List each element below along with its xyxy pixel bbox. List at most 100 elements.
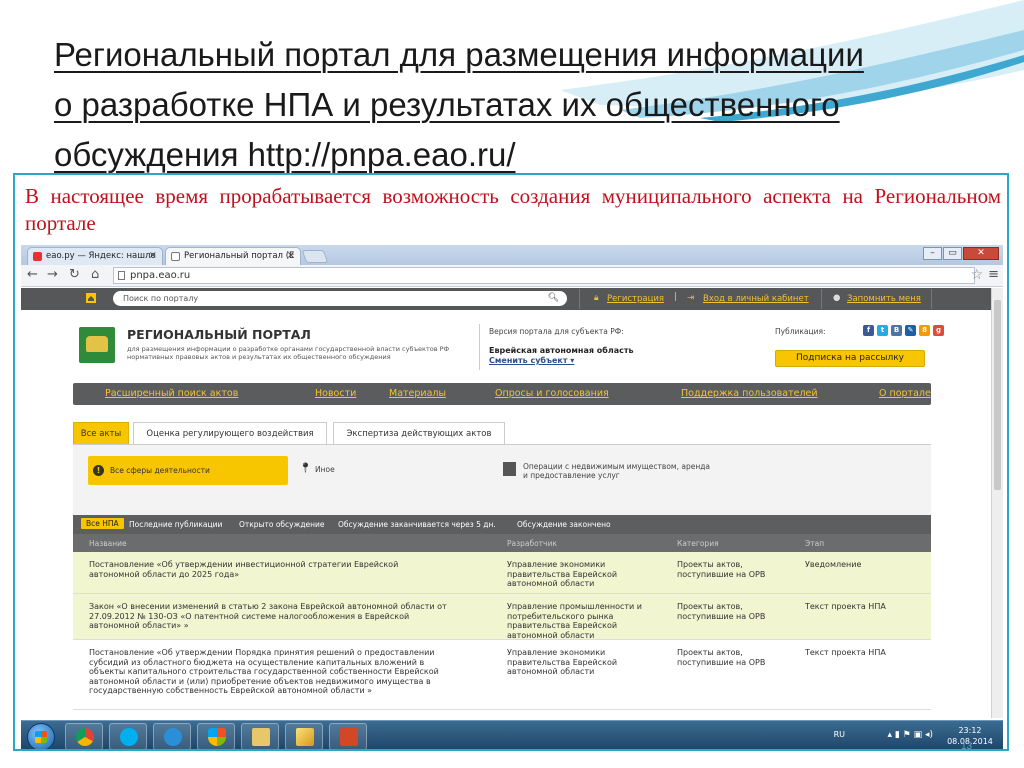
realty-sphere-option[interactable]: Операции с недвижимым имуществом, аренда… [503,462,713,480]
url-input[interactable]: pnpa.eao.ru [113,267,975,284]
minimize-button[interactable]: – [923,247,942,260]
row-name: Закон «О внесении изменений в статью 2 з… [89,602,447,630]
livejournal-icon[interactable]: ✎ [905,325,916,336]
column-name: Название [89,539,127,548]
maximize-button[interactable]: ▭ [943,247,962,260]
browser-tab-portal[interactable]: Региональный портал (Е × [165,247,301,265]
nav-support[interactable]: Поддержка пользователей [681,388,818,399]
remember-icon: ● [833,293,841,303]
separator: | [674,292,677,302]
tray-icons[interactable]: ▴ ▮ ⚑ ▣ ◂) [887,730,933,740]
new-tab-button[interactable] [301,250,329,263]
row-name: Постановление «Об утверждении инвестицио… [89,560,399,579]
nav-advanced-search[interactable]: Расширенный поиск актов [105,388,238,399]
taskbar-skype[interactable] [109,723,147,749]
subscribe-button[interactable]: Подписка на рассылку [775,350,925,367]
title-line-3: обсуждения http://pnpa.eao.ru/ [54,136,516,173]
web-page: Поиск по порталу 🔍︎ 🔒︎ Регистрация | ⇥ В… [21,288,991,718]
search-icon[interactable]: 🔍︎ [548,291,559,306]
forward-icon[interactable]: → [47,267,58,282]
publication-label: Публикация: [775,327,826,336]
register-link[interactable]: Регистрация [607,294,664,304]
row-stage: Текст проекта НПА [805,602,886,611]
change-subject-link[interactable]: Сменить субъект ▾ [489,356,574,365]
row-stage: Уведомление [805,560,862,569]
close-icon[interactable]: × [287,248,295,264]
url-text: pnpa.eao.ru [130,270,191,281]
document-icon [171,252,180,261]
slide-title: Региональный портал для размещения инфор… [54,30,954,180]
nav-news[interactable]: Новости [315,388,356,399]
back-icon[interactable]: ← [27,267,38,282]
row-developer: Управление промышленности и потребительс… [507,602,642,640]
menu-icon[interactable]: ≡ [988,267,999,282]
taskbar-chrome[interactable] [65,723,103,749]
status-tab-latest[interactable]: Последние публикации [129,520,222,529]
windows-taskbar: RU ▴ ▮ ⚑ ▣ ◂) 23:12 08.08.2014 [21,720,1003,749]
home-icon[interactable] [85,292,97,304]
remember-link[interactable]: Запомнить меня [847,294,921,304]
slide-subtitle: В настоящее время прорабатывается возмож… [25,184,1001,235]
status-tab-open[interactable]: Открыто обсуждение [239,520,325,529]
taskbar-security[interactable] [197,723,235,749]
start-button[interactable] [27,723,55,749]
chrome-icon [76,728,94,746]
window-controls: – ▭ ✕ [923,247,999,260]
close-window-button[interactable]: ✕ [963,247,999,260]
nav-polls[interactable]: Опросы и голосования [495,388,609,399]
taskbar-sticky[interactable] [285,723,323,749]
login-link[interactable]: Вход в личный кабинет [703,294,809,304]
google-plus-icon[interactable]: g [933,325,944,336]
site-search-input[interactable]: Поиск по порталу 🔍︎ [113,291,567,306]
site-top-strip: Поиск по порталу 🔍︎ 🔒︎ Регистрация | ⇥ В… [21,288,991,310]
windows-logo-icon [35,731,47,743]
skype-icon [120,728,138,746]
other-sphere-option[interactable]: 📍︎ Иное [299,463,335,474]
site-header: РЕГИОНАЛЬНЫЙ ПОРТАЛ для размещения инфор… [21,310,991,382]
region-name: Еврейская автономная область [489,346,634,355]
reload-icon[interactable]: ↻ [69,267,80,282]
page-icon [118,271,125,280]
nav-about[interactable]: О портале [879,388,931,399]
odnoklassniki-icon[interactable]: 8 [919,325,930,336]
table-row[interactable]: Постановление «Об утверждении инвестицио… [73,552,931,594]
tab-all-acts[interactable]: Все акты [73,422,129,445]
address-bar: ← → ↻ ⌂ pnpa.eao.ru ☆ ≡ [21,265,1003,287]
taskbar-explorer[interactable] [241,723,279,749]
title-line-1: Региональный портал для размещения инфор… [54,36,864,73]
twitter-icon[interactable]: t [877,325,888,336]
tab-expertise[interactable]: Экспертиза действующих актов [333,422,505,445]
region-emblem-icon [79,327,115,363]
row-developer: Управление экономики правительства Еврей… [507,648,618,676]
status-tab-all[interactable]: Все НПА [81,518,124,529]
home-icon[interactable]: ⌂ [91,267,99,282]
row-category: Проекты актов, поступившие на ОРВ [677,648,766,667]
table-row[interactable]: Постановление «Об утверждении Порядка пр… [73,640,931,710]
row-category: Проекты актов, поступившие на ОРВ [677,602,766,621]
bookmark-star-icon[interactable]: ☆ [970,267,983,283]
vk-icon[interactable]: B [891,325,902,336]
browser-tab-yandex[interactable]: eao.ру — Яндекс: нашло × [27,247,163,265]
divider [579,289,580,309]
table-header: Название Разработчик Категория Этап [73,534,931,552]
taskbar-powerpoint[interactable] [329,723,367,749]
table-row[interactable]: Закон «О внесении изменений в статью 2 з… [73,594,931,640]
shield-icon [208,728,226,746]
status-tab-closed[interactable]: Обсуждение закончено [517,520,611,529]
content-frame: В настоящее время прорабатывается возмож… [13,173,1009,751]
browser-window: eao.ру — Яндекс: нашло × Региональный по… [21,245,1003,749]
all-spheres-button[interactable]: ! Все сферы деятельности [88,456,288,485]
zona-icon [164,728,182,746]
status-tab-ending[interactable]: Обсуждение заканчивается через 5 дн. [338,520,496,529]
facebook-icon[interactable]: f [863,325,874,336]
portal-description: для размещения информации о разработке о… [127,345,450,361]
language-indicator[interactable]: RU [834,730,845,739]
page-scrollbar[interactable] [991,288,1003,718]
nav-materials[interactable]: Материалы [389,388,446,399]
tab-regulatory-impact[interactable]: Оценка регулирующего воздействия [133,422,327,445]
other-label: Иное [315,465,335,474]
main-nav: Расширенный поиск актов Новости Материал… [73,383,931,405]
scrollbar-thumb[interactable] [994,300,1001,490]
taskbar-zona[interactable] [153,723,191,749]
close-icon[interactable]: × [149,248,157,264]
